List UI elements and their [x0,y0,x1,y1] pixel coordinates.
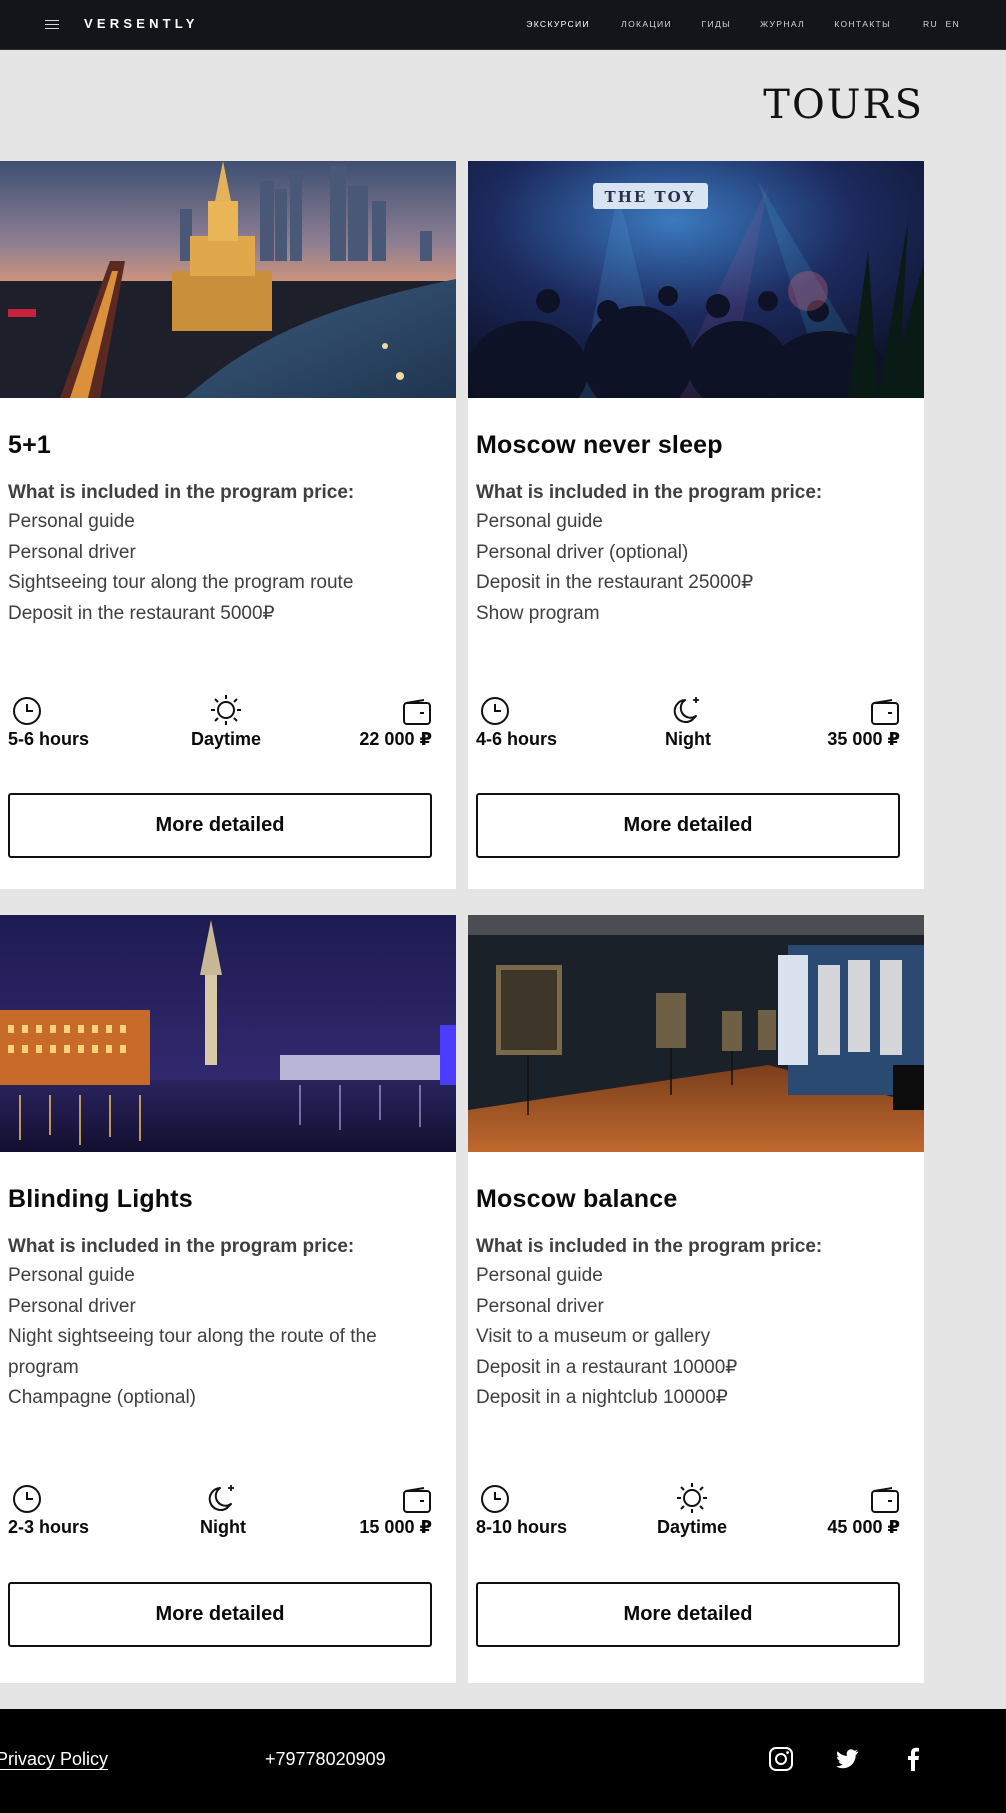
time-of-day-value: Night [665,729,711,749]
tour-meta: 4-6 hours Night 35 000 ₽ [476,694,900,754]
included-heading: What is included in the program price: [8,482,355,503]
price-value: 15 000 ₽ [359,1517,432,1537]
tour-card: Blinding Lights What is included in the … [0,915,456,1683]
lang-ru[interactable]: RU [923,19,938,29]
wallet-icon [359,694,432,726]
list-item: Personal driver [8,1295,136,1317]
twitter-icon[interactable] [834,1746,860,1772]
tour-meta: 5-6 hours Daytime 22 000 ₽ [8,694,432,754]
price-value: 45 000 ₽ [827,1517,900,1537]
tour-title: Moscow never sleep [476,431,723,459]
tour-photo-museum-gallery[interactable] [468,915,924,1152]
more-detailed-button[interactable]: More detailed [8,793,432,858]
wallet-icon [359,1482,432,1514]
more-detailed-button[interactable]: More detailed [8,1582,432,1647]
facebook-icon[interactable] [900,1746,926,1772]
tour-photo-moscow-city[interactable] [0,161,456,398]
price-value: 35 000 ₽ [827,729,900,749]
list-item: Deposit in the restaurant 5000₽ [8,602,275,624]
tour-title: 5+1 [8,431,52,459]
clock-icon [8,1482,89,1514]
list-item: Visit to a museum or gallery [476,1326,711,1348]
site-footer: Privacy Policy +79778020909 [0,1709,1006,1813]
instagram-icon[interactable] [768,1746,794,1772]
duration-info: 2-3 hours [8,1482,89,1538]
time-of-day-info: Daytime [176,694,276,750]
list-item: Sightseeing tour along the program route [8,572,354,594]
included-heading: What is included in the program price: [476,482,823,503]
tour-title: Blinding Lights [8,1185,193,1213]
price-value: 22 000 ₽ [359,729,432,749]
page-title: TOURS [763,82,924,128]
duration-value: 4-6 hours [476,729,558,749]
tour-meta: 8-10 hours Daytime 45 000 ₽ [476,1482,900,1542]
list-item: Deposit in a nightclub 10000₽ [476,1387,728,1409]
list-item: Personal guide [476,1265,603,1286]
lang-en[interactable]: EN [945,19,960,29]
list-item: Show program [476,602,600,624]
time-of-day-info: Night [638,694,738,750]
phone-link[interactable]: +79778020909 [265,1749,386,1770]
wallet-icon [827,1482,900,1514]
tour-title: Moscow balance [476,1185,678,1213]
included-heading: What is included in the program price: [8,1236,355,1257]
clock-icon [476,694,557,726]
duration-value: 8-10 hours [476,1517,568,1537]
list-item: Personal driver [476,1295,604,1317]
included-list: Personal guide Personal driver Visit to … [476,1261,910,1414]
time-of-day-value: Night [200,1517,246,1537]
nav-item-guides[interactable]: ГИДЫ [702,19,731,29]
list-item: Night sightseeing tour along the route o… [8,1326,377,1378]
price-info: 22 000 ₽ [359,694,432,750]
duration-value: 2-3 hours [8,1517,90,1537]
tour-card: THE TOY Moscow never sleep What is inclu… [468,161,924,889]
included-heading: What is included in the program price: [476,1236,823,1257]
included-list: Personal guide Personal driver Night sig… [8,1261,434,1414]
duration-value: 5-6 hours [8,729,90,749]
privacy-policy-link[interactable]: Privacy Policy [0,1749,108,1770]
tour-card: Moscow balance What is included in the p… [468,915,924,1683]
list-item: Personal driver (optional) [476,541,689,563]
sun-icon [176,694,276,726]
time-of-day-value: Daytime [656,1517,728,1537]
moon-icon [173,1482,273,1514]
list-item: Personal guide [8,511,135,532]
list-item: Deposit in a restaurant 10000₽ [476,1356,738,1378]
sun-icon [642,1482,742,1514]
list-item: Personal driver [8,541,136,563]
clock-icon [476,1482,567,1514]
tour-photo-river-night[interactable] [0,915,456,1152]
time-of-day-info: Daytime [642,1482,742,1538]
price-info: 15 000 ₽ [359,1482,432,1538]
time-of-day-value: Daytime [190,729,262,749]
tour-card: 5+1 What is included in the program pric… [0,161,456,889]
price-info: 35 000 ₽ [827,694,900,750]
moon-icon [638,694,738,726]
time-of-day-info: Night [173,1482,273,1538]
list-item: Champagne (optional) [8,1387,197,1409]
duration-info: 5-6 hours [8,694,89,750]
nav-item-excursions[interactable]: ЭКСКУРСИИ [526,19,590,29]
nav-item-locations[interactable]: ЛОКАЦИИ [621,19,672,29]
tour-meta: 2-3 hours Night 15 000 ₽ [8,1482,432,1542]
more-detailed-button[interactable]: More detailed [476,793,900,858]
included-list: Personal guide Personal driver Sightseei… [8,507,442,629]
site-logo[interactable]: VERSENTLY [84,16,199,31]
nav-item-journal[interactable]: ЖУРНАЛ [760,19,805,29]
wallet-icon [827,694,900,726]
clock-icon [8,694,89,726]
list-item: Deposit in the restaurant 25000₽ [476,572,754,594]
list-item: Personal guide [476,511,603,532]
included-list: Personal guide Personal driver (optional… [476,507,910,629]
price-info: 45 000 ₽ [827,1482,900,1538]
tour-photo-nightclub[interactable]: THE TOY [468,161,924,398]
nav-item-contacts[interactable]: КОНТАКТЫ [834,19,891,29]
list-item: Personal guide [8,1265,135,1286]
duration-info: 8-10 hours [476,1482,567,1538]
club-sign-text: THE TOY [605,188,696,206]
duration-info: 4-6 hours [476,694,557,750]
more-detailed-button[interactable]: More detailed [476,1582,900,1647]
menu-icon[interactable] [45,20,59,31]
top-navigation-bar: VERSENTLY ЭКСКУРСИИ ЛОКАЦИИ ГИДЫ ЖУРНАЛ … [0,0,1006,50]
